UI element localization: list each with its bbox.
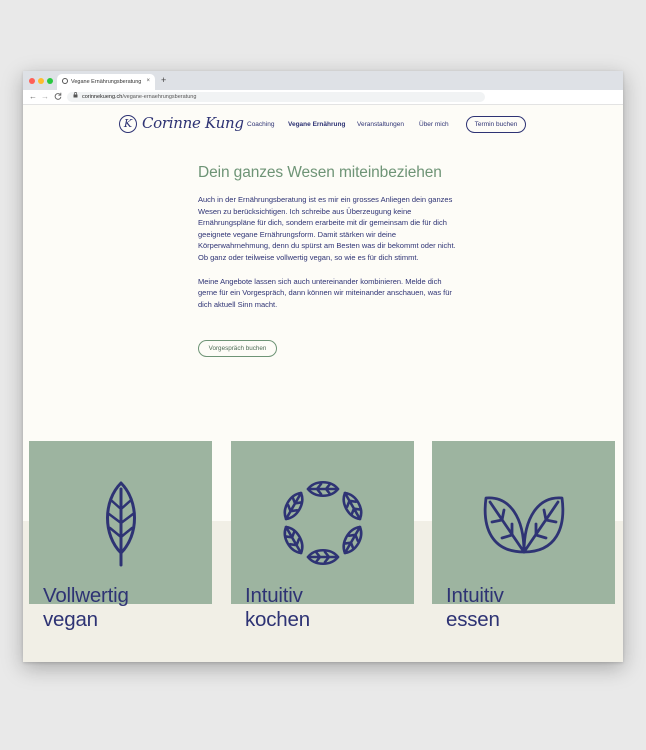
feature-tile [29,441,212,604]
feature-label: Intuitiv essen [446,584,504,631]
browser-tab[interactable]: Vegane Ernährungsberatung | × [57,74,155,90]
feature-card-vollwertig-vegan[interactable]: Vollwertig vegan [29,441,212,631]
section-title: Dein ganzes Wesen miteinbeziehen [198,164,442,181]
book-consultation-button[interactable]: Vorgespräch buchen [198,340,277,357]
logo-text: Corinne Kung [142,114,244,132]
nav-item-vegane-ernaehrung[interactable]: Vegane Ernährung [288,121,345,128]
reload-icon [54,92,62,100]
leaf-icon [105,481,136,566]
nav-item-ueber-mich[interactable]: Über mich [419,121,449,128]
new-tab-button[interactable]: + [161,75,166,85]
website: K Corinne Kung Coaching Vegane Ernährung… [23,105,623,662]
url-text: corinnekueng.ch/vegane-ernaehrungsberatu… [82,94,197,100]
browser-toolbar: ← → corinnekueng.ch/vegane-ernaehrungsbe… [23,90,623,105]
leaf-wreath-icon [283,480,362,565]
tab-close-icon[interactable]: × [146,78,150,84]
feature-label: Intuitiv kochen [245,584,310,631]
forward-button[interactable]: → [41,92,49,102]
back-button[interactable]: ← [29,92,37,102]
reload-button[interactable] [54,92,62,103]
tab-title: Vegane Ernährungsberatung | [71,79,141,85]
maximize-window-button[interactable] [47,78,53,84]
minimize-window-button[interactable] [38,78,44,84]
tab-bar: Vegane Ernährungsberatung | × + [23,71,623,90]
lock-icon [73,92,78,102]
feature-tile [432,441,615,604]
intro-section: Dein ganzes Wesen miteinbeziehen Auch in… [198,164,458,310]
intro-paragraph-2: Meine Angebote lassen sich auch unterein… [198,276,452,309]
browser-window: Vegane Ernährungsberatung | × + ← → cori… [23,71,623,662]
twin-leaves-icon [483,496,564,553]
book-appointment-button[interactable]: Termin buchen [466,116,526,133]
nav-item-veranstaltungen[interactable]: Veranstaltungen [357,121,404,128]
nav-item-coaching[interactable]: Coaching [247,121,274,128]
logo-mark-icon: K [119,115,137,133]
favicon-icon [62,78,68,84]
address-bar[interactable]: corinnekueng.ch/vegane-ernaehrungsberatu… [67,92,485,102]
feature-card-intuitiv-essen[interactable]: Intuitiv essen [432,441,615,631]
intro-paragraph-1: Auch in der Ernährungsberatung ist es mi… [198,195,456,262]
close-window-button[interactable] [29,78,35,84]
feature-label: Vollwertig vegan [43,584,129,631]
feature-tile [231,441,414,604]
feature-card-intuitiv-kochen[interactable]: Intuitiv kochen [231,441,414,631]
